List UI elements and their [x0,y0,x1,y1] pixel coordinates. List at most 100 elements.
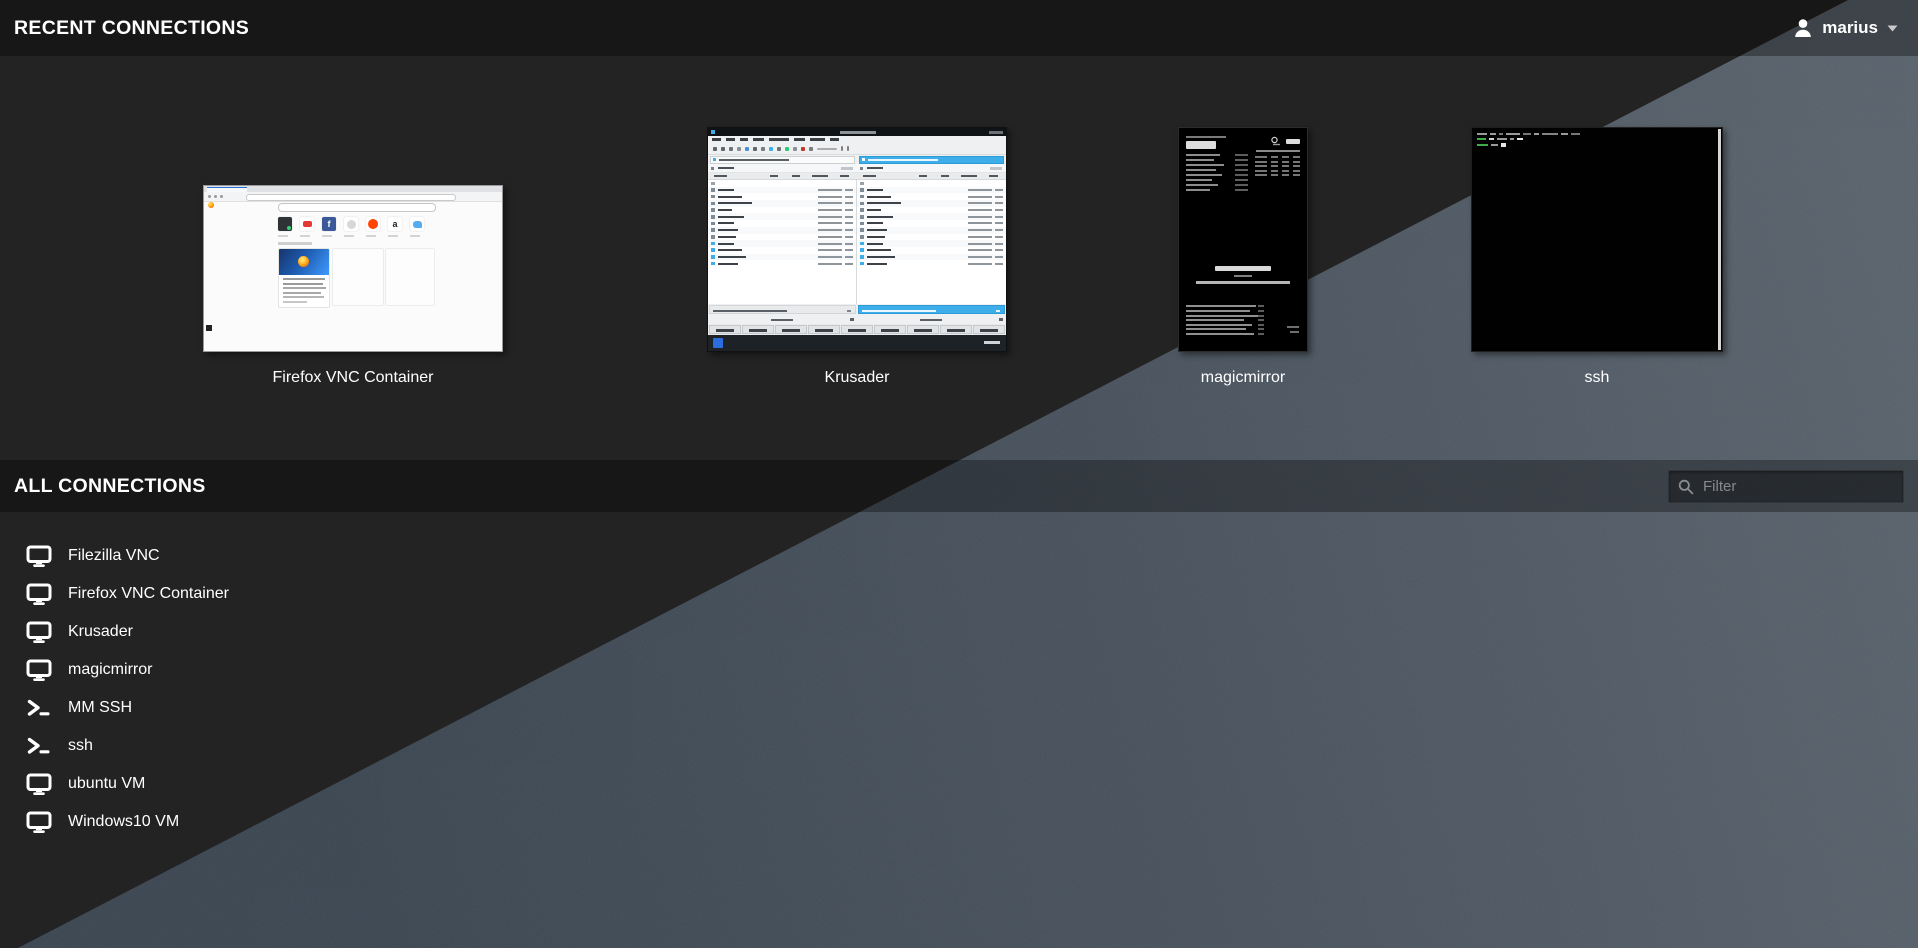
decor [801,147,805,151]
decor [775,325,807,334]
decor [28,661,50,676]
decor [785,147,789,151]
user-icon [1793,18,1813,38]
decor [1186,189,1210,191]
decor [1186,169,1216,171]
decor [28,623,50,638]
decor [792,175,800,177]
decor: f [322,217,336,231]
decor [1287,326,1299,333]
decor [857,315,1006,324]
decor [770,175,778,177]
user-menu-button[interactable]: marius [1787,17,1904,39]
decor [714,175,727,177]
decor [711,215,715,219]
decor [857,173,1006,179]
decor [1258,333,1264,335]
decor [830,138,839,141]
connection-list: Filezilla VNC Firefox VNC Container Krus… [0,537,259,841]
decor [1186,189,1248,191]
decor [857,193,1006,200]
connection-item-windows10-vm[interactable]: Windows10 VM [0,803,209,841]
connection-item-mm-ssh[interactable]: MM SSH [0,689,162,727]
decor [1799,19,1808,28]
decor [1490,133,1496,135]
decor [845,202,853,204]
decor [868,159,938,161]
decor [1186,324,1264,326]
decor [344,217,358,231]
decor [860,262,864,266]
decor [857,220,1006,227]
decor [818,209,842,211]
connection-item-magicmirror[interactable]: magicmirror [0,651,182,689]
decor [287,226,291,230]
connection-name: ssh [1387,369,1807,387]
filter-input[interactable] [1668,470,1904,503]
decor [995,209,1003,211]
connection-item-filezilla-vnc[interactable]: Filezilla VNC [0,537,190,575]
decor [1282,170,1289,172]
decor [1186,184,1248,186]
connection-item-krusader[interactable]: Krusader [0,613,163,651]
decor [862,158,865,161]
decor [279,275,329,306]
connection-item-ssh[interactable]: ssh [0,727,123,765]
decor [1186,333,1264,335]
decor [300,235,310,237]
decor [857,180,1006,187]
decor [745,147,749,151]
decor [995,249,1003,251]
decor [968,209,992,211]
decor [708,227,856,234]
decor [818,229,842,231]
decor [857,207,1006,214]
decor [753,147,757,151]
decor [1186,179,1248,181]
decor [968,216,992,218]
decor [1255,174,1267,176]
recent-connection-krusader[interactable]: Krusader [707,127,1007,352]
user-name: marius [1822,18,1878,38]
decor [1235,179,1248,181]
recent-connection-firefox-vnc-container[interactable]: f a Firefox VNC Container [203,185,503,352]
decor [907,325,939,334]
decor [729,147,733,151]
decor [857,240,1006,247]
decor [711,242,715,246]
decor [817,148,837,150]
decor [999,318,1003,321]
decor [1255,156,1267,158]
decor [867,189,883,191]
decor [1235,184,1248,186]
decor [968,243,992,245]
decor [410,217,424,231]
decor [718,167,734,169]
decor [708,315,857,324]
decor [867,209,881,211]
decor [1244,156,1300,158]
connection-item-ubuntu-vm[interactable]: ubuntu VM [0,765,175,803]
decor [708,173,1006,180]
top-bar: RECENT CONNECTIONS marius [0,0,1918,56]
decor [718,229,738,231]
connection-label: Firefox VNC Container [68,585,229,603]
caret-down-icon [1887,25,1898,32]
terminal-icon [26,698,52,719]
decor [33,792,45,795]
decor [1186,179,1212,181]
decor [1244,170,1300,172]
connection-thumbnail: f a [203,185,503,352]
recent-connection-magicmirror[interactable]: magicmirror [1178,127,1308,352]
recent-connection-ssh[interactable]: ssh [1471,127,1723,352]
decor [1186,328,1246,330]
decor [1477,144,1488,146]
decor [30,701,39,714]
decor [713,158,716,161]
decor [36,676,42,678]
decor [718,216,744,218]
decor [777,147,781,151]
decor [1255,165,1267,167]
connection-item-firefox-vnc-container[interactable]: Firefox VNC Container [0,575,259,613]
decor [742,325,774,334]
